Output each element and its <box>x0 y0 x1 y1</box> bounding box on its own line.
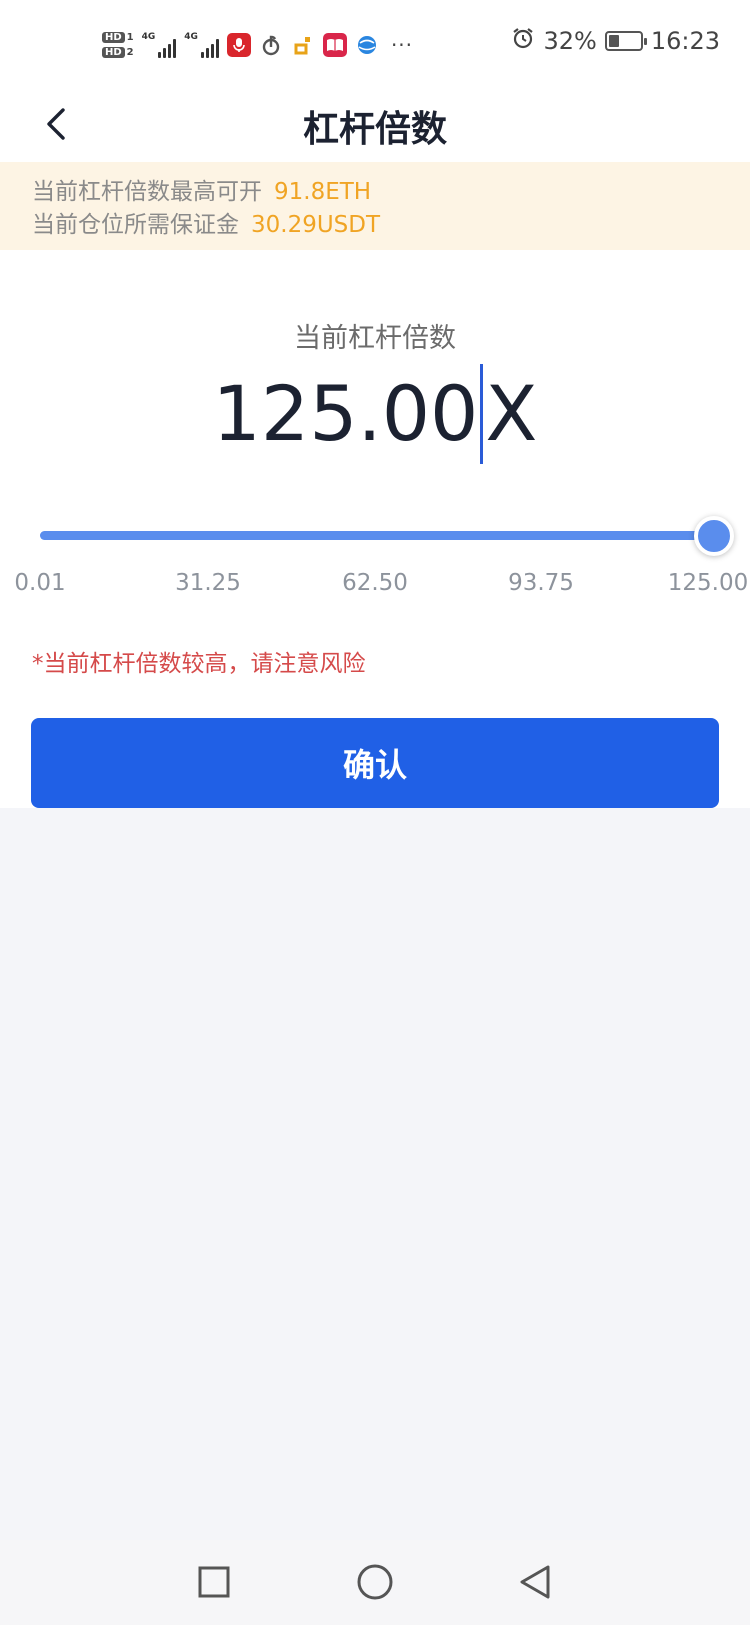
recent-apps-button[interactable] <box>194 1562 234 1602</box>
slider-tick-label: 31.25 <box>175 570 241 596</box>
signal-strength-2-icon: 4G <box>184 32 219 58</box>
risk-warning: *当前杠杆倍数较高，请注意风险 <box>32 651 366 677</box>
margin-value: 30.29USDT <box>251 212 381 238</box>
leverage-suffix: X <box>485 369 538 458</box>
square-icon <box>198 1566 230 1598</box>
margin-row: 当前仓位所需保证金 30.29USDT <box>32 209 718 242</box>
sim-indicators: HD 1 HD 2 <box>102 32 134 58</box>
signal-strength-1-icon: 4G <box>142 32 177 58</box>
home-button[interactable] <box>355 1562 395 1602</box>
battery-icon <box>604 31 647 51</box>
slider-ticks: 0.01 31.25 62.50 93.75 125.00 <box>0 570 750 600</box>
system-nav-bar <box>0 1540 750 1625</box>
nav-back-button[interactable] <box>515 1562 555 1602</box>
slider-fill <box>40 531 710 540</box>
status-right: 32% 16:23 <box>511 26 720 56</box>
notice-banner: 当前杠杆倍数最高可开 91.8ETH 当前仓位所需保证金 30.29USDT <box>0 162 750 250</box>
max-open-row: 当前杠杆倍数最高可开 91.8ETH <box>32 176 718 209</box>
max-open-label: 当前杠杆倍数最高可开 <box>32 179 262 205</box>
alarm-icon <box>511 26 535 56</box>
music-app-icon <box>259 33 283 57</box>
app-header: 杠杆倍数 <box>0 88 750 162</box>
slider-thumb[interactable] <box>694 516 734 556</box>
status-bar: HD 1 HD 2 4G 4G ··· 32% 16:23 <box>0 0 750 88</box>
text-cursor <box>480 364 484 464</box>
leverage-panel: 当前杠杆倍数 125.00X 0.01 31.25 62.50 93.75 125.00… <box>0 250 750 808</box>
slider-tick-label: 62.50 <box>342 570 408 596</box>
slider-tick-label: 125.00 <box>667 570 749 596</box>
circle-icon <box>357 1564 393 1600</box>
coin-app-icon <box>291 33 315 57</box>
sim1-hd-badge: HD 1 <box>102 32 134 43</box>
slider-tick-label: 93.75 <box>508 570 574 596</box>
confirm-button[interactable]: 确认 <box>31 718 719 808</box>
status-left: HD 1 HD 2 4G 4G ··· <box>102 22 413 68</box>
leverage-input[interactable]: 125.00X <box>0 364 750 464</box>
margin-label: 当前仓位所需保证金 <box>32 212 239 238</box>
microphone-app-icon <box>226 33 251 57</box>
page-title: 杠杆倍数 <box>302 109 447 150</box>
max-open-value: 91.8ETH <box>274 179 372 205</box>
slider-tick-label: 0.01 <box>14 570 66 596</box>
book-app-icon <box>322 33 347 57</box>
more-notifications-icon: ··· <box>390 33 414 57</box>
clock-time: 16:23 <box>650 27 720 55</box>
leverage-value: 125.00 <box>212 369 479 458</box>
triangle-back-icon <box>520 1565 550 1599</box>
leverage-slider[interactable] <box>40 516 734 556</box>
sim2-hd-badge: HD 2 <box>102 47 134 58</box>
browser-app-icon <box>355 33 379 57</box>
current-leverage-label: 当前杠杆倍数 <box>294 323 456 354</box>
battery-percent: 32% <box>543 27 597 55</box>
